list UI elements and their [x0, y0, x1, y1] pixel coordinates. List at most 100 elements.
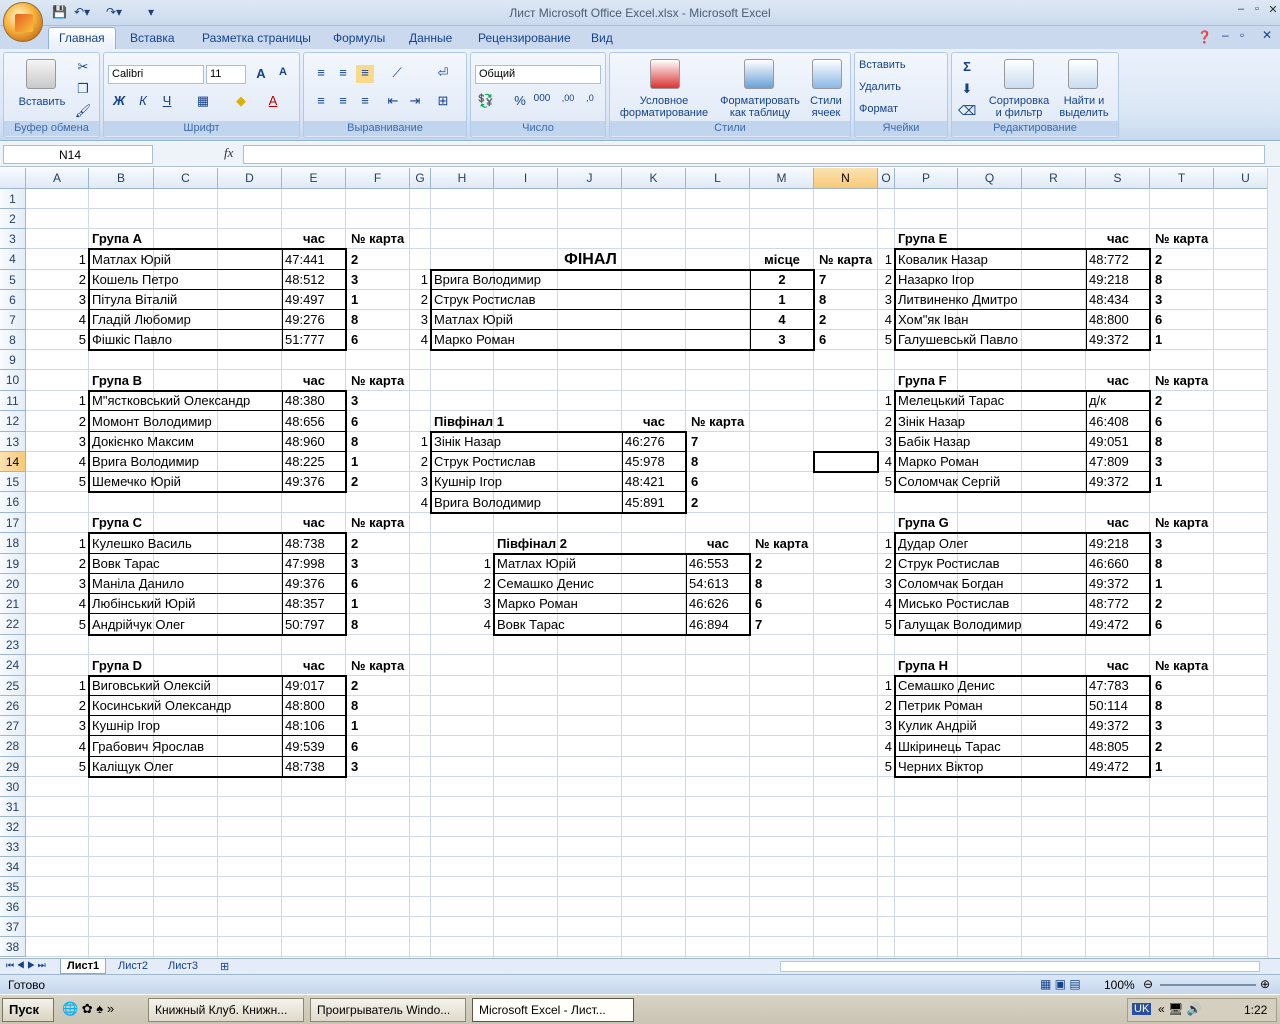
- decrease-decimal-icon[interactable]: ,0: [581, 93, 599, 111]
- formula-input[interactable]: [243, 145, 1265, 164]
- column-header[interactable]: F: [346, 168, 410, 189]
- row-header[interactable]: 22: [0, 614, 26, 635]
- grow-font-icon[interactable]: A: [252, 66, 270, 84]
- autosum-icon[interactable]: Σ: [958, 59, 976, 77]
- row-header[interactable]: 6: [0, 290, 26, 310]
- format-as-table-button[interactable]: Форматировать как таблицу: [714, 95, 806, 119]
- merge-center-icon[interactable]: ⊞: [434, 93, 452, 111]
- row-header[interactable]: 8: [0, 330, 26, 350]
- select-all-corner[interactable]: [0, 168, 26, 189]
- worksheet-grid[interactable]: A B C D E F G H I J K L M N O P Q R S T U 1 2 3 4 5 6 7 8 9 10 11 12 13 14…: [0, 168, 1267, 958]
- conditional-formatting-icon[interactable]: [650, 59, 680, 89]
- column-header[interactable]: U: [1214, 168, 1267, 189]
- column-header[interactable]: N: [814, 168, 878, 189]
- row-header[interactable]: 15: [0, 472, 26, 492]
- format-painter-icon[interactable]: 🖌: [74, 103, 92, 121]
- sort-filter-icon[interactable]: [1004, 59, 1034, 89]
- insert-sheet-icon[interactable]: ⊞: [214, 959, 235, 974]
- sheet-tab-3[interactable]: Лист3: [162, 959, 204, 974]
- fill-color-icon[interactable]: ◆: [232, 93, 250, 111]
- row-header[interactable]: 7: [0, 310, 26, 330]
- column-header[interactable]: C: [154, 168, 218, 189]
- ribbon-minimize-icon[interactable]: –: [1222, 28, 1229, 42]
- font-size-select[interactable]: 11: [206, 65, 246, 84]
- column-header[interactable]: H: [431, 168, 494, 189]
- format-cells-button[interactable]: Формат: [859, 103, 945, 115]
- column-header[interactable]: L: [686, 168, 750, 189]
- sheet-tab-1[interactable]: Лист1: [60, 959, 107, 974]
- row-header[interactable]: 21: [0, 594, 26, 614]
- row-header[interactable]: 35: [0, 877, 26, 897]
- row-header[interactable]: 19: [0, 554, 26, 574]
- tab-page-layout[interactable]: Разметка страницы: [202, 31, 311, 45]
- sheet-tab-2[interactable]: Лист2: [112, 959, 154, 974]
- column-header[interactable]: T: [1150, 168, 1214, 189]
- align-top-icon[interactable]: ≡: [312, 65, 330, 83]
- align-left-icon[interactable]: ≡: [312, 93, 330, 111]
- vertical-scrollbar[interactable]: [1267, 168, 1280, 958]
- row-header[interactable]: 31: [0, 797, 26, 817]
- zoom-out-icon[interactable]: ⊖: [1143, 977, 1153, 991]
- wrap-text-icon[interactable]: ⏎: [434, 65, 452, 83]
- conditional-formatting-button[interactable]: Условное форматирование: [612, 95, 716, 119]
- number-format-select[interactable]: Общий: [475, 65, 601, 84]
- row-header[interactable]: 11: [0, 391, 26, 411]
- start-button[interactable]: Пуск: [2, 998, 54, 1022]
- column-header[interactable]: M: [750, 168, 814, 189]
- clear-icon[interactable]: ⌫: [958, 103, 976, 121]
- row-header[interactable]: 14: [0, 452, 26, 472]
- column-header[interactable]: S: [1086, 168, 1150, 189]
- underline-button[interactable]: Ч: [158, 93, 176, 111]
- currency-icon[interactable]: 💱: [477, 93, 495, 111]
- column-header[interactable]: R: [1022, 168, 1086, 189]
- column-header[interactable]: D: [218, 168, 282, 189]
- column-header[interactable]: O: [878, 168, 895, 189]
- insert-function-icon[interactable]: fx: [160, 145, 240, 164]
- row-header[interactable]: 36: [0, 897, 26, 917]
- row-header[interactable]: 12: [0, 411, 26, 432]
- minimize-icon[interactable]: –: [1234, 3, 1248, 17]
- font-color-icon[interactable]: A: [264, 93, 282, 111]
- row-header[interactable]: 32: [0, 817, 26, 837]
- align-center-icon[interactable]: ≡: [334, 93, 352, 111]
- row-header[interactable]: 2: [0, 209, 26, 229]
- row-header[interactable]: 13: [0, 432, 26, 452]
- column-header[interactable]: G: [410, 168, 431, 189]
- bold-button[interactable]: Ж: [110, 93, 128, 111]
- task-media-player[interactable]: Проигрыватель Windo...: [310, 998, 466, 1022]
- row-header[interactable]: 25: [0, 676, 26, 696]
- row-header[interactable]: 4: [0, 249, 26, 270]
- tab-home[interactable]: Главная: [48, 27, 116, 49]
- comma-style-icon[interactable]: 000: [533, 93, 551, 111]
- column-header[interactable]: K: [622, 168, 686, 189]
- row-header[interactable]: 24: [0, 655, 26, 676]
- fill-icon[interactable]: ⬇: [958, 81, 976, 99]
- row-header[interactable]: 9: [0, 350, 26, 370]
- row-header[interactable]: 37: [0, 917, 26, 937]
- row-header[interactable]: 27: [0, 716, 26, 736]
- name-box[interactable]: N14: [3, 145, 153, 164]
- column-header[interactable]: E: [282, 168, 346, 189]
- tab-insert[interactable]: Вставка: [130, 31, 175, 45]
- zoom-in-icon[interactable]: ⊕: [1260, 977, 1270, 991]
- shrink-font-icon[interactable]: A: [274, 66, 292, 84]
- row-header[interactable]: 16: [0, 492, 26, 513]
- selected-cell[interactable]: [813, 451, 879, 473]
- find-select-button[interactable]: Найти и выделить: [1052, 95, 1116, 119]
- row-header[interactable]: 34: [0, 857, 26, 877]
- task-browser[interactable]: Книжный Клуб. Книжн...: [148, 998, 304, 1022]
- orientation-icon[interactable]: ⟋: [388, 65, 406, 83]
- column-header[interactable]: Q: [958, 168, 1022, 189]
- copy-icon[interactable]: ❐: [74, 81, 92, 99]
- row-header[interactable]: 30: [0, 777, 26, 797]
- column-header[interactable]: J: [558, 168, 622, 189]
- tab-review[interactable]: Рецензирование: [478, 31, 571, 45]
- row-header[interactable]: 10: [0, 370, 26, 391]
- row-header[interactable]: 20: [0, 574, 26, 594]
- zoom-slider[interactable]: [1160, 984, 1256, 986]
- row-header[interactable]: 17: [0, 513, 26, 533]
- delete-cells-button[interactable]: Удалить: [859, 81, 945, 93]
- column-header[interactable]: B: [89, 168, 154, 189]
- insert-cells-button[interactable]: Вставить: [859, 59, 945, 71]
- maximize-icon[interactable]: ▫: [1250, 3, 1264, 17]
